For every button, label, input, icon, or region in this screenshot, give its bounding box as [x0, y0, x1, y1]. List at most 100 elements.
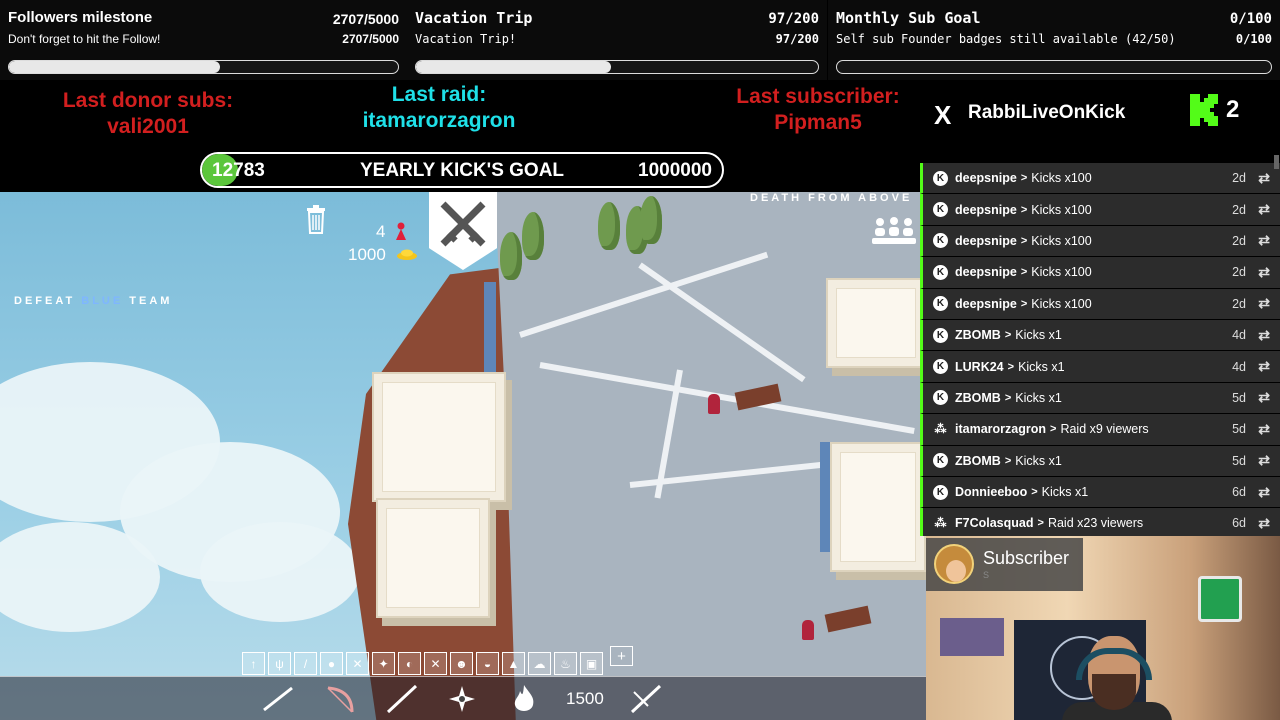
goal-followers: Followers milestone Don't forget to hit …: [0, 0, 407, 80]
feed-user: ZBOMB: [955, 390, 1001, 405]
replay-icon[interactable]: ⇄: [1258, 170, 1270, 187]
feed-item[interactable]: Kdeepsnipe > Kicks x100 2d ⇄: [920, 163, 1280, 195]
replay-icon[interactable]: ⇄: [1258, 358, 1270, 375]
kick-count: 2: [1226, 96, 1240, 123]
feed-action: Kicks x100: [1031, 233, 1092, 248]
goal-vacation: Vacation Trip Vacation Trip! 97/200 97/2…: [407, 0, 827, 80]
feed-user: ZBOMB: [955, 328, 1001, 343]
last-donor-stat: Last donor subs: vali2001: [40, 88, 256, 140]
cloud: [200, 522, 360, 622]
feed-item[interactable]: ⁂ itamarorzagron > Raid x9 viewers 5d ⇄: [920, 414, 1280, 446]
crowd-icon[interactable]: [872, 216, 916, 246]
chevron-right-icon: >: [1020, 172, 1028, 185]
objective-team: BLUE: [81, 295, 124, 307]
feed-item[interactable]: K ZBOMB > Kicks x1 5d ⇄: [920, 445, 1280, 477]
kick-icon: K: [933, 264, 948, 280]
unit-slot-bow[interactable]: [258, 681, 298, 717]
goal-progress-fill: [9, 61, 220, 73]
goal-count: 2707/5000: [332, 11, 399, 27]
pirate-faction-button[interactable]: ✕: [424, 652, 447, 675]
goal-monthly-sub: Monthly Sub Goal Self sub Founder badges…: [828, 0, 1280, 80]
goal-title: Monthly Sub Goal: [836, 9, 981, 27]
renaissance-faction-button[interactable]: ◐: [398, 652, 421, 675]
tree: [598, 202, 620, 250]
replay-icon[interactable]: ⇄: [1258, 264, 1270, 281]
bow-icon: [327, 686, 354, 713]
wild-west-faction-button[interactable]: ◒: [476, 652, 499, 675]
medieval-faction-button[interactable]: /: [294, 652, 317, 675]
secret-faction-button[interactable]: ▣: [580, 652, 603, 675]
kick-icon: K: [933, 202, 948, 218]
trash-icon[interactable]: [305, 204, 327, 234]
replay-icon[interactable]: ⇄: [1258, 452, 1270, 469]
unit-slot-lance[interactable]: [626, 681, 666, 717]
building: [830, 442, 926, 572]
subscriber-label: Subscriber: [983, 548, 1070, 568]
chevron-right-icon: >: [1004, 329, 1012, 342]
goal-subtitle: Self sub Founder badges still available …: [836, 32, 1176, 46]
lance-icon: [630, 684, 662, 714]
add-faction-button[interactable]: +: [610, 646, 633, 666]
replay-icon[interactable]: ⇄: [1258, 327, 1270, 344]
feed-item[interactable]: Kdeepsnipe > Kicks x100 2d ⇄: [920, 225, 1280, 258]
unit-selection-bar: 1500: [0, 676, 926, 720]
ancient-faction-button[interactable]: ●: [320, 652, 343, 675]
unit-slot-sword[interactable]: [382, 681, 422, 717]
last-raid-label: Last raid:: [391, 83, 487, 106]
farmer-faction-button[interactable]: ψ: [268, 652, 291, 675]
replay-icon[interactable]: ⇄: [1258, 421, 1270, 438]
replay-icon[interactable]: ⇄: [1258, 232, 1270, 249]
feed-item[interactable]: Kdeepsnipe > Kicks x100 2d ⇄: [920, 257, 1280, 289]
viking-faction-button[interactable]: ✕: [346, 652, 369, 675]
chevron-right-icon: >: [1020, 203, 1028, 216]
gold-icon: [397, 249, 417, 260]
kick-icon: K: [933, 484, 948, 500]
legacy-faction-button[interactable]: ▲: [502, 652, 525, 675]
green-decoration: [1198, 576, 1242, 622]
chevron-right-icon: >: [1007, 360, 1015, 373]
dynasty-faction-button[interactable]: ✦: [372, 652, 395, 675]
building-roof: [386, 508, 480, 608]
feed-user: deepsnipe: [955, 265, 1017, 280]
feed-item[interactable]: K ZBOMB > Kicks x1 5d ⇄: [920, 382, 1280, 415]
good-faction-button[interactable]: ☁: [528, 652, 551, 675]
activity-feed: Kdeepsnipe > Kicks x100 2d ⇄ Kdeepsnipe > Kicks…: [920, 163, 1280, 536]
building: [372, 372, 506, 502]
goal-count-repeat: 0/100: [1235, 32, 1272, 46]
feed-time: 2d: [1232, 296, 1246, 311]
feed-user: itamarorzagron: [955, 422, 1046, 437]
feed-time: 4d: [1232, 328, 1246, 343]
game-view[interactable]: DEATH FROM ABOVE DEFEAT BLUE TEAM 4 1000: [0, 192, 926, 720]
avatar-face: [946, 560, 966, 582]
tribal-faction-button[interactable]: ↑: [242, 652, 265, 675]
tree: [522, 212, 544, 260]
replay-icon[interactable]: ⇄: [1258, 515, 1270, 532]
chevron-right-icon: >: [1037, 517, 1044, 530]
feed-item[interactable]: K Donnieeboo > Kicks x1 6d ⇄: [920, 476, 1280, 509]
wall-poster: [940, 618, 1004, 656]
kick-icon: K: [933, 390, 948, 406]
evil-faction-button[interactable]: ♨: [554, 652, 577, 675]
unit-slot-fire[interactable]: [504, 681, 544, 717]
objective-text: DEFEAT BLUE TEAM: [14, 295, 172, 307]
spooky-faction-button[interactable]: ☻: [450, 652, 473, 675]
tree: [500, 232, 522, 280]
goal-subtitle: Don't forget to hit the Follow!: [8, 32, 161, 46]
replay-icon[interactable]: ⇄: [1258, 201, 1270, 218]
replay-icon[interactable]: ⇄: [1258, 295, 1270, 312]
feed-item[interactable]: ⁂ F7Colasquad > Raid x23 viewers 6d ⇄: [920, 508, 1280, 536]
feed-user: LURK24: [955, 359, 1004, 374]
feed-scrollbar[interactable]: [1274, 155, 1279, 169]
replay-icon[interactable]: ⇄: [1258, 389, 1270, 406]
last-subscriber-label: Last subscriber:: [736, 85, 900, 108]
replay-icon[interactable]: ⇄: [1258, 484, 1270, 501]
unit-slot-archer[interactable]: [320, 681, 360, 717]
unit-slot-ninja[interactable]: [442, 681, 482, 717]
feed-item[interactable]: K ZBOMB > Kicks x1 4d ⇄: [920, 319, 1280, 352]
red-unit-icon: [396, 222, 406, 240]
feed-item[interactable]: Kdeepsnipe > Kicks x100 2d ⇄: [920, 194, 1280, 226]
feed-item[interactable]: Kdeepsnipe > Kicks x100 2d ⇄: [920, 288, 1280, 320]
kick-icon: K: [933, 233, 948, 249]
feed-item[interactable]: K LURK24 > Kicks x1 4d ⇄: [920, 351, 1280, 383]
kick-icon: K: [933, 359, 948, 375]
